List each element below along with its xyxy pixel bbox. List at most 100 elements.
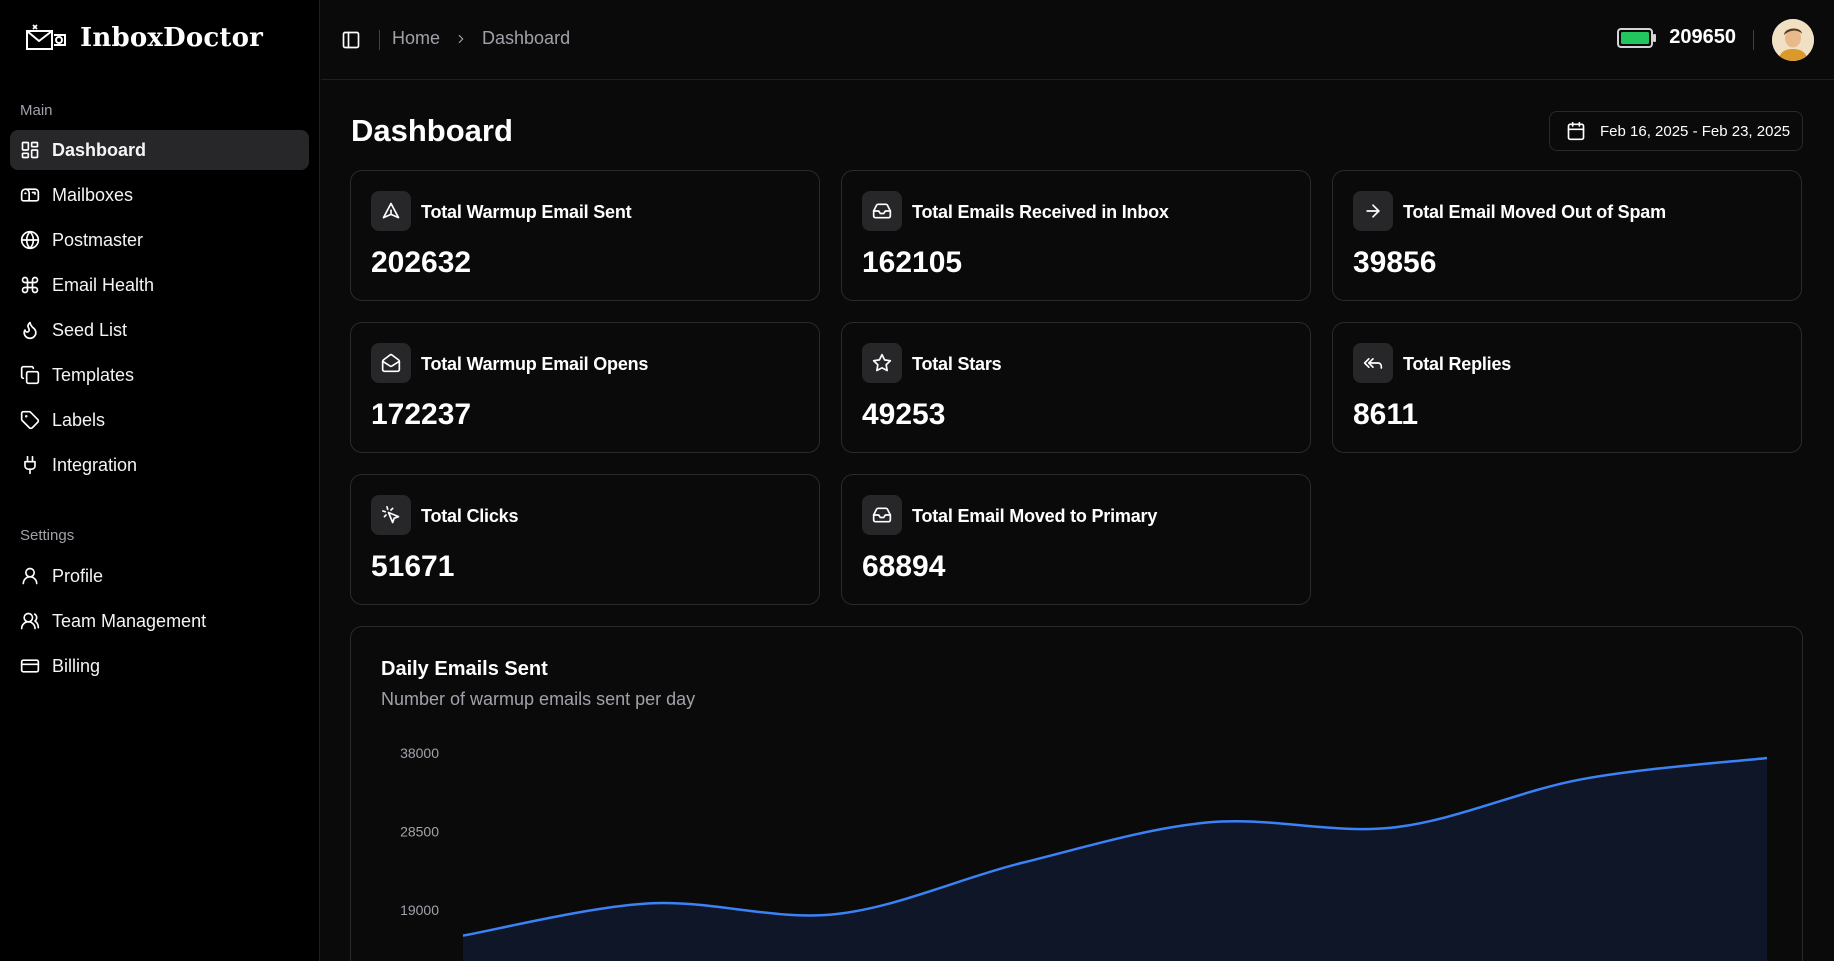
stat-value: 172237 [371,398,472,431]
plug-icon [24,455,36,475]
daily-emails-chart: 38000 28500 19000 [400,745,1773,961]
mouse-pointer-click-icon [382,506,400,524]
sidebar-item-label: Dashboard [52,139,147,160]
sidebar-item-templates[interactable]: Templates [10,355,309,395]
stat-label: Total Warmup Email Opens [421,354,649,374]
sidebar-item-postmaster[interactable]: Postmaster [10,220,309,260]
inbox-icon [872,507,892,523]
data-point[interactable] [1761,752,1773,764]
stat-value: 162105 [862,246,963,279]
calendar-icon [1567,121,1585,141]
sidebar-item-label: Integration [52,454,138,475]
stat-value: 8611 [1353,398,1419,431]
stat-label: Total Emails Received in Inbox [912,202,1169,222]
data-point[interactable] [1388,821,1400,833]
data-point[interactable] [1016,857,1028,869]
breadcrumb-home[interactable]: Home [392,28,440,49]
data-point[interactable] [457,930,469,942]
area-fill [463,757,1767,961]
stat-label: Total Email Moved Out of Spam [1403,202,1666,222]
section-label-settings: Settings [20,527,75,544]
y-tick-label: 28500 [400,824,439,840]
users-icon [20,612,40,630]
stat-value: 39856 [1353,246,1437,279]
stat-label: Total Stars [912,354,1002,374]
sidebar: InboxDoctor Main Dashboard Mailboxes Pos… [0,0,320,961]
stat-value: 68894 [862,550,946,583]
copy-icon [20,365,40,385]
stat-card-received-inbox: Total Emails Received in Inbox 162105 [841,170,1311,301]
stat-card-moved-primary: Total Email Moved to Primary 68894 [841,474,1311,605]
settings-nav: Profile Team Management Billing [10,556,309,691]
sidebar-item-label: Seed List [52,319,128,340]
app-logo[interactable]: InboxDoctor [24,22,263,54]
stat-icon-wrap [862,343,902,383]
sidebar-item-email-health[interactable]: Email Health [10,265,309,305]
app-name: InboxDoctor [80,23,264,53]
sidebar-item-integration[interactable]: Integration [10,445,309,485]
breadcrumb-current: Dashboard [482,28,571,48]
y-tick-label: 19000 [400,902,439,918]
flame-icon [23,321,37,340]
chevron-right-icon [458,34,464,43]
sidebar-item-label: Mailboxes [52,184,134,205]
stat-icon-wrap [371,343,411,383]
sidebar-toggle-icon[interactable] [341,30,361,50]
tag-icon [20,410,40,430]
data-point[interactable] [1575,773,1587,785]
sidebar-item-labels[interactable]: Labels [10,400,309,440]
sidebar-item-profile[interactable]: Profile [10,556,309,596]
header-divider-right [1753,30,1754,50]
data-point[interactable] [830,908,842,920]
avatar[interactable] [1772,19,1814,61]
stat-icon-wrap [371,495,411,535]
section-label-main: Main [20,102,53,119]
sidebar-item-team-management[interactable]: Team Management [10,601,309,641]
credits-value: 209650 [1669,26,1736,48]
sidebar-item-label: Email Health [52,274,155,295]
stat-icon-wrap [862,191,902,231]
sidebar-item-mailboxes[interactable]: Mailboxes [10,175,309,215]
arrow-right-icon [1366,204,1380,218]
sidebar-item-seed-list[interactable]: Seed List [10,310,309,350]
stat-label: Total Replies [1403,354,1512,374]
logo-mark-icon [26,24,66,50]
stat-icon-wrap [862,495,902,535]
command-icon [21,276,39,294]
date-range-label: Feb 16, 2025 - Feb 23, 2025 [1600,122,1791,140]
stat-card-warmup-sent: Total Warmup Email Sent 202632 [350,170,820,301]
user-icon [22,567,38,585]
stat-label: Total Clicks [421,506,519,526]
credits-indicator: 209650 [1617,26,1736,49]
sidebar-item-label: Postmaster [52,229,144,250]
credit-card-icon [20,659,40,673]
stat-label: Total Warmup Email Sent [421,202,632,222]
sidebar-item-label: Labels [52,409,106,430]
stat-value: 202632 [371,246,472,279]
sidebar-item-label: Team Management [52,610,207,631]
header-divider [379,30,380,50]
sidebar-item-label: Profile [52,565,104,586]
stat-value: 51671 [371,550,455,583]
daily-emails-chart-card: Daily Emails Sent Number of warmup email… [350,626,1803,961]
date-range-picker[interactable]: Feb 16, 2025 - Feb 23, 2025 [1549,111,1803,151]
user-avatar-icon [1772,19,1814,61]
sidebar-item-dashboard[interactable]: Dashboard [10,130,309,170]
stat-icon-wrap [371,191,411,231]
sidebar-item-billing[interactable]: Billing [10,646,309,686]
mail-open-icon [381,353,401,373]
globe-icon [20,230,40,250]
stat-card-warmup-opens: Total Warmup Email Opens 172237 [350,322,820,453]
stat-icon-wrap [1353,191,1393,231]
main-nav: Dashboard Mailboxes Postmaster Email Hea… [10,130,309,490]
page-title: Dashboard [351,113,513,148]
stat-label: Total Email Moved to Primary [912,506,1158,526]
mailbox-icon [20,188,40,202]
reply-all-icon [1363,358,1383,369]
stat-card-clicks: Total Clicks 51671 [350,474,820,605]
sidebar-item-label: Billing [52,655,101,676]
data-point[interactable] [643,897,655,909]
stat-card-replies: Total Replies 8611 [1332,322,1802,453]
stat-card-stars: Total Stars 49253 [841,322,1311,453]
data-point[interactable] [1202,816,1214,828]
